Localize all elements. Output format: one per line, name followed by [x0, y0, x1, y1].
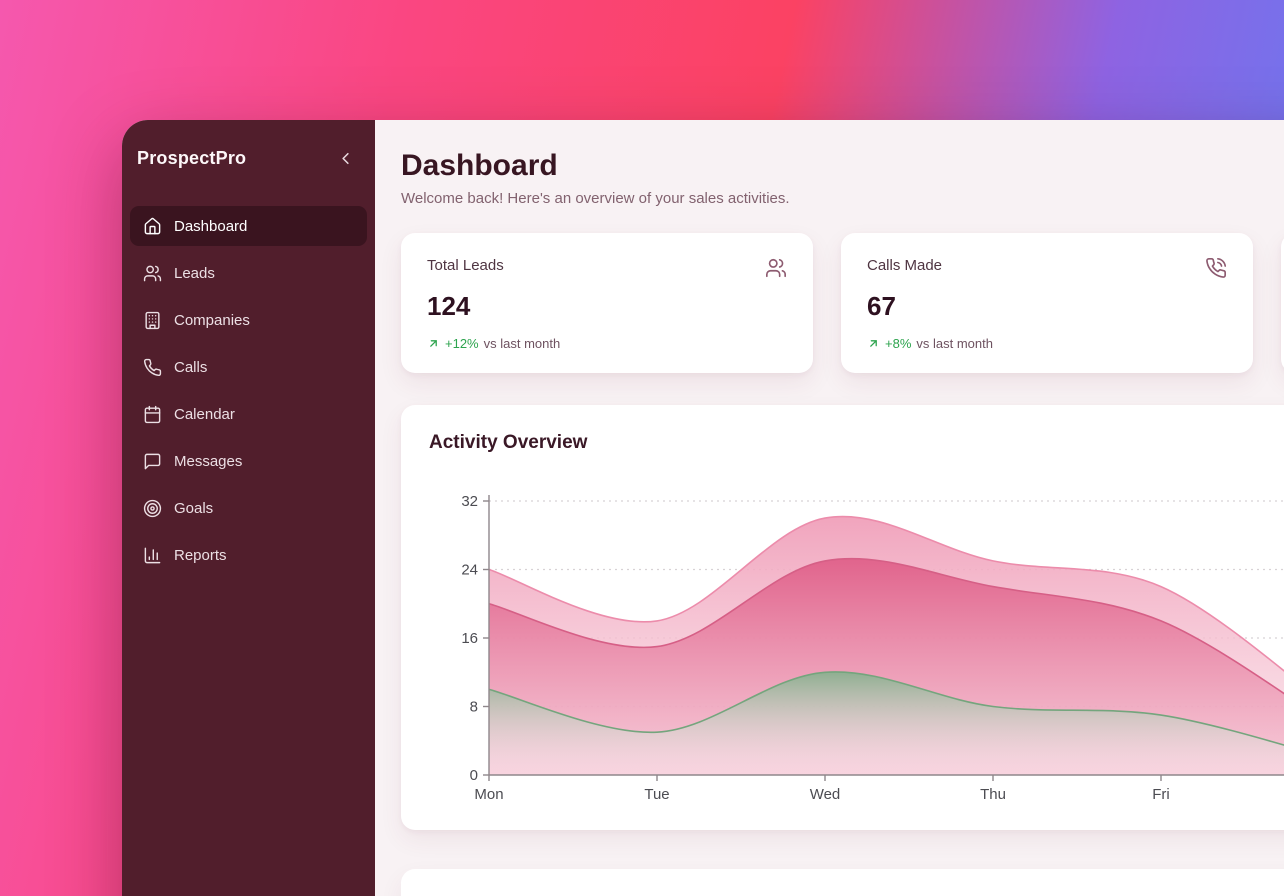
- sidebar-item-label: Messages: [174, 453, 242, 470]
- stat-card-label: Calls Made: [867, 257, 942, 274]
- chevron-left-icon: [336, 149, 355, 168]
- chart-column-icon: [143, 546, 162, 565]
- y-tick-label: 32: [461, 493, 478, 510]
- sidebar-item-label: Calls: [174, 359, 207, 376]
- phone-icon: [143, 358, 162, 377]
- main-content: Dashboard Welcome back! Here's an overvi…: [375, 120, 1284, 896]
- stat-card-value: 67: [867, 291, 1227, 322]
- sidebar-header: ProspectPro: [130, 146, 367, 170]
- stat-card-label: Total Leads: [427, 257, 504, 274]
- trend-percent: +8%: [885, 336, 911, 351]
- sidebar-item-label: Leads: [174, 265, 215, 282]
- activity-chart-container: 08162432MonTueWedThuFriSat: [429, 475, 1284, 806]
- x-tick-label: Mon: [474, 786, 503, 801]
- x-tick-label: Wed: [810, 786, 841, 801]
- sidebar-item-goals[interactable]: Goals: [130, 488, 367, 528]
- sidebar-item-companies[interactable]: Companies: [130, 300, 367, 340]
- message-square-icon: [143, 452, 162, 471]
- home-icon: [143, 217, 162, 236]
- sidebar-item-calendar[interactable]: Calendar: [130, 394, 367, 434]
- trend-up-arrow-icon: [867, 337, 880, 350]
- x-tick-label: Tue: [644, 786, 669, 801]
- stat-card-total-leads: Total Leads 124 +12% vs last month: [401, 233, 813, 373]
- sidebar-item-dashboard[interactable]: Dashboard: [130, 206, 367, 246]
- app-logo-text: ProspectPro: [137, 148, 246, 169]
- stat-card-calls-made: Calls Made 67 +8% vs last month: [841, 233, 1253, 373]
- x-tick-label: Fri: [1152, 786, 1170, 801]
- sidebar-item-messages[interactable]: Messages: [130, 441, 367, 481]
- sidebar-item-label: Reports: [174, 547, 227, 564]
- calendar-icon: [143, 405, 162, 424]
- trend-label: vs last month: [916, 336, 993, 351]
- users-icon: [765, 257, 787, 279]
- sidebar-item-label: Goals: [174, 500, 213, 517]
- app-window: ProspectPro Dashboard Leads Companies Ca…: [122, 120, 1284, 896]
- target-icon: [143, 499, 162, 518]
- next-section-card-partial: [401, 869, 1284, 896]
- stat-card-value: 124: [427, 291, 787, 322]
- phone-call-icon: [1205, 257, 1227, 279]
- y-tick-label: 8: [470, 699, 478, 716]
- sidebar-item-label: Companies: [174, 312, 250, 329]
- stat-cards-row: Total Leads 124 +12% vs last month Calls…: [401, 233, 1284, 373]
- trend-up-arrow-icon: [427, 337, 440, 350]
- sidebar-item-label: Dashboard: [174, 218, 247, 235]
- sidebar-nav: Dashboard Leads Companies Calls Calendar…: [130, 206, 367, 575]
- y-tick-label: 0: [470, 767, 478, 784]
- sidebar-item-leads[interactable]: Leads: [130, 253, 367, 293]
- sidebar-item-reports[interactable]: Reports: [130, 535, 367, 575]
- sidebar: ProspectPro Dashboard Leads Companies Ca…: [122, 120, 375, 896]
- trend-label: vs last month: [484, 336, 561, 351]
- x-tick-label: Thu: [980, 786, 1006, 801]
- chart-title: Activity Overview: [429, 431, 1284, 455]
- page-title: Dashboard: [401, 148, 1284, 184]
- sidebar-collapse-button[interactable]: [333, 146, 357, 170]
- building-icon: [143, 311, 162, 330]
- desktop-gradient-background: ProspectPro Dashboard Leads Companies Ca…: [0, 0, 1284, 896]
- y-tick-label: 24: [461, 562, 478, 579]
- trend-percent: +12%: [445, 336, 479, 351]
- sidebar-item-label: Calendar: [174, 406, 235, 423]
- sidebar-item-calls[interactable]: Calls: [130, 347, 367, 387]
- activity-overview-card: Activity Overview 0 8 16 24 32 Mon Tue Wed Thu Fr…: [401, 405, 1284, 830]
- y-tick-label: 16: [461, 630, 478, 647]
- activity-chart: 08162432MonTueWedThuFriSat: [429, 475, 1284, 801]
- users-icon: [143, 264, 162, 283]
- page-subtitle: Welcome back! Here's an overview of your…: [401, 190, 1284, 207]
